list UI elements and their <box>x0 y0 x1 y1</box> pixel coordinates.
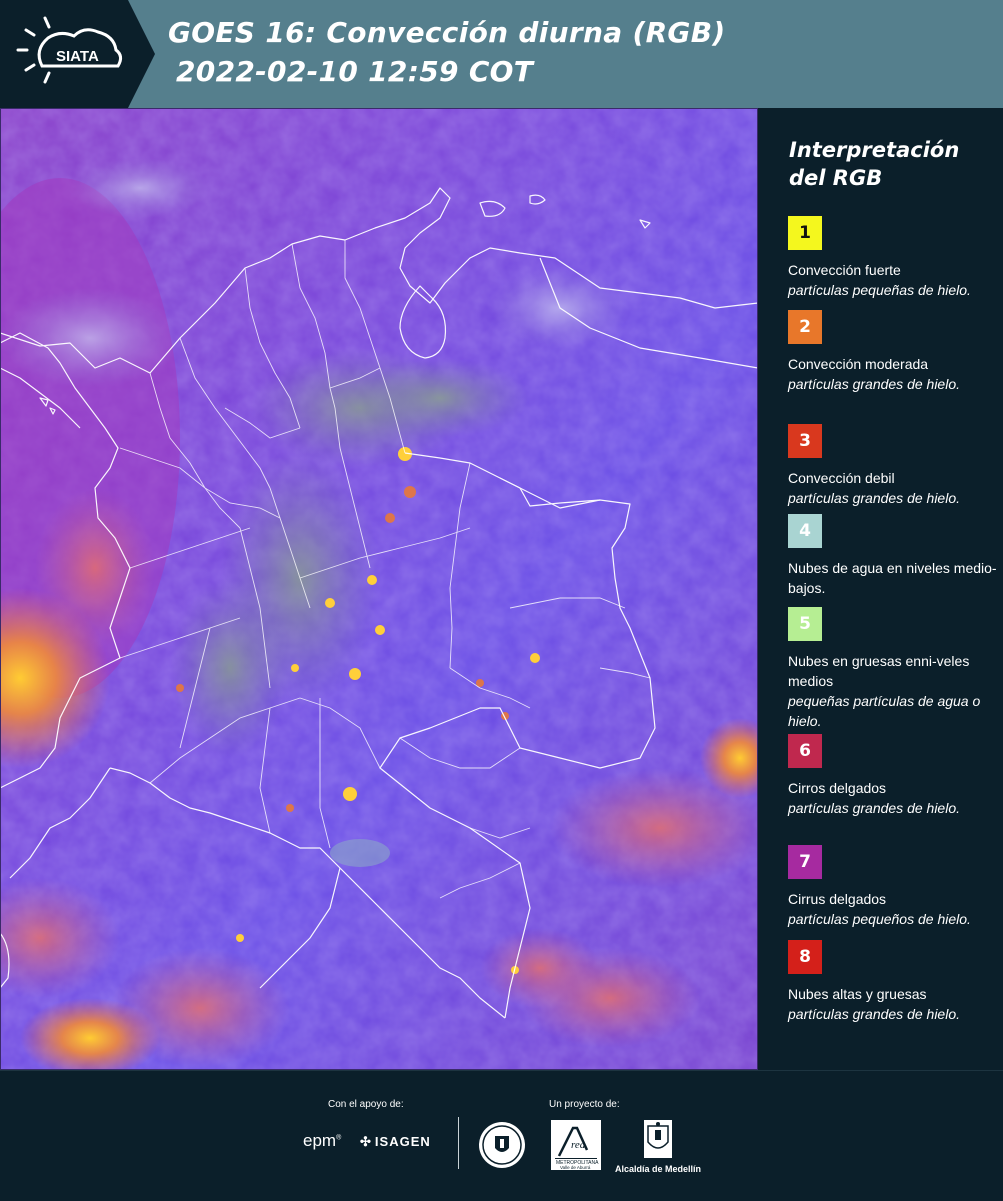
svg-text:rea: rea <box>571 1139 586 1151</box>
legend-sub-3: partículas grandes de hielo. <box>788 490 960 506</box>
satellite-map <box>0 108 758 1070</box>
legend-label-3: Convección debil <box>788 470 895 486</box>
alcaldia-medellin-text: Alcaldía de Medellín <box>614 1164 702 1174</box>
legend-item-4: 4 Nubes de agua en niveles medio-bajos. <box>788 514 998 598</box>
header-bar: SIATA GOES 16: Convección diurna (RGB) 2… <box>0 0 1003 108</box>
alcaldia-medellin-logo: Alcaldía de Medellín <box>610 1120 706 1174</box>
legend-text-8: Nubes altas y gruesas partículas grandes … <box>788 984 998 1024</box>
siata-logo-text: SIATA <box>56 48 99 65</box>
legend-swatch-6: 6 <box>788 734 822 768</box>
svg-text:Valle de Aburrá: Valle de Aburrá <box>560 1165 591 1170</box>
legend-text-4: Nubes de agua en niveles medio-bajos. <box>788 558 998 598</box>
legend-label-8: Nubes altas y gruesas <box>788 986 927 1002</box>
legend-item-2: 2 Convección moderada partículas grandes d… <box>788 310 998 394</box>
legend-title-line2: del RGB <box>789 166 883 190</box>
legend-text-2: Convección moderada partículas grandes de… <box>788 354 998 394</box>
footer-divider <box>458 1117 459 1169</box>
area-metropolitana-logo: rea METROPOLITANA Valle de Aburrá Área M… <box>551 1120 601 1174</box>
legend-label-1: Convección fuerte <box>788 262 901 278</box>
legend-title-line1: Interpretación <box>789 138 960 162</box>
legend-item-1: 1 Convección fuerte partículas pequeñas de… <box>788 216 998 300</box>
page-title: GOES 16: Convección diurna (RGB) <box>168 16 726 49</box>
legend-swatch-4: 4 <box>788 514 822 548</box>
legend-item-6: 6 Cirros delgados partículas grandes de hi… <box>788 734 998 818</box>
isagen-logo: ✣ ISAGEN <box>360 1134 431 1150</box>
legend-sub-2: partículas grandes de hielo. <box>788 376 960 392</box>
epm-logo: epm® <box>303 1131 342 1150</box>
legend-label-2: Convección moderada <box>788 356 929 372</box>
legend-swatch-3: 3 <box>788 424 822 458</box>
legend-item-5: 5 Nubes en gruesas enni-veles medios peque… <box>788 607 998 731</box>
legend-sub-6: partículas grandes de hielo. <box>788 800 960 816</box>
legend-sub-7: partículas pequeños de hielo. <box>788 911 971 927</box>
isagen-logo-text: ISAGEN <box>374 1134 431 1149</box>
legend-label-7: Cirrus delgados <box>788 891 887 907</box>
legend-label-6: Cirros delgados <box>788 780 887 796</box>
legend-text-7: Cirrus delgados partículas pequeños de hi… <box>788 889 998 929</box>
legend-item-8: 8 Nubes altas y gruesas partículas grandes… <box>788 940 998 1024</box>
legend-item-7: 7 Cirrus delgados partículas pequeños de h… <box>788 845 998 929</box>
seal-icon <box>477 1120 527 1174</box>
legend-swatch-2: 2 <box>788 310 822 344</box>
legend-swatch-1: 1 <box>788 216 822 250</box>
legend-swatch-8: 8 <box>788 940 822 974</box>
timestamp: 2022-02-10 12:59 COT <box>176 55 534 88</box>
support-label: Con el apoyo de: <box>328 1099 404 1110</box>
legend-text-1: Convección fuerte partículas pequeñas de … <box>788 260 998 300</box>
epm-logo-text: epm <box>303 1131 337 1150</box>
legend-text-5: Nubes en gruesas enni-veles medios pequeñ… <box>788 651 998 731</box>
legend-sub-5: pequeñas partículas de agua o hielo. <box>788 693 981 729</box>
footer: Con el apoyo de: Un proyecto de: epm® ✣ I… <box>0 1070 1003 1201</box>
legend-swatch-5: 5 <box>788 607 822 641</box>
legend-label-4: Nubes de agua en niveles medio-bajos. <box>788 560 997 596</box>
legend-title: Interpretación del RGB <box>789 136 989 192</box>
legend-sub-1: partículas pequeñas de hielo. <box>788 282 971 298</box>
legend-label-5: Nubes en gruesas enni-veles medios <box>788 653 970 689</box>
legend-panel: Interpretación del RGB 1 Convección fuert… <box>758 108 1003 1070</box>
siata-logo: SIATA <box>0 0 155 108</box>
legend-swatch-7: 7 <box>788 845 822 879</box>
legend-item-3: 3 Convección debil partículas grandes de h… <box>788 424 998 508</box>
isagen-mark-icon: ✣ <box>360 1134 372 1149</box>
legend-text-6: Cirros delgados partículas grandes de hie… <box>788 778 998 818</box>
project-label: Un proyecto de: <box>549 1099 620 1110</box>
legend-text-3: Convección debil partículas grandes de hi… <box>788 468 998 508</box>
legend-sub-8: partículas grandes de hielo. <box>788 1006 960 1022</box>
